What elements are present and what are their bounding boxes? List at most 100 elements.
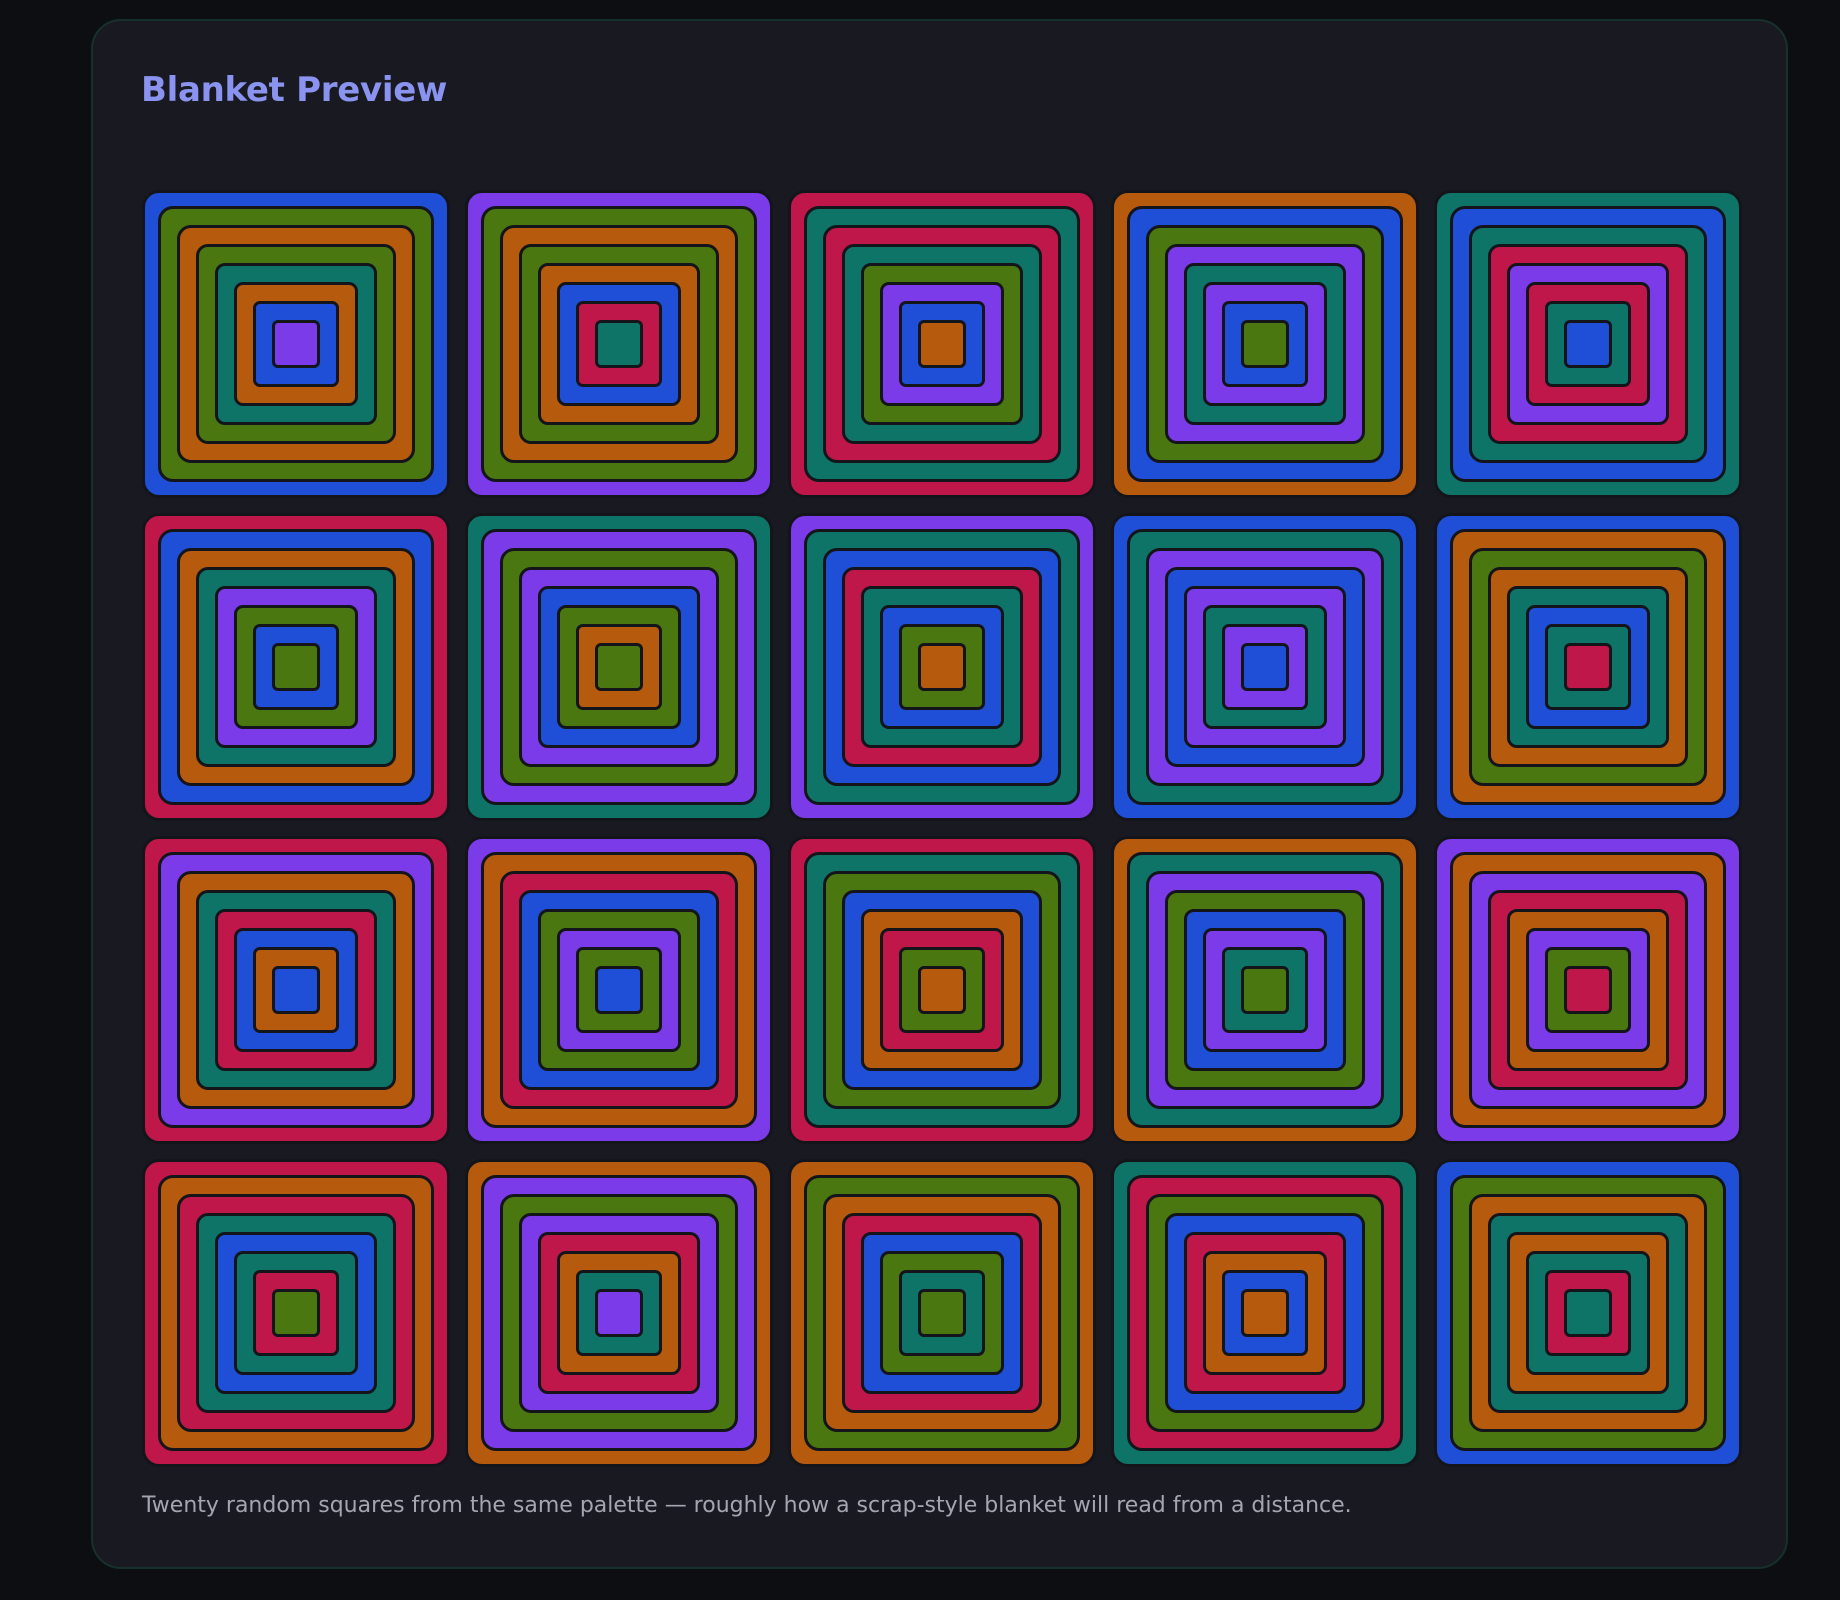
square-round [215,1232,377,1394]
square-round [158,852,434,1128]
square-round [823,871,1061,1109]
square-round [1507,909,1669,1071]
square-round [1127,206,1403,482]
square-round [1184,586,1346,748]
square-round [519,567,719,767]
blanket-square [1434,190,1742,498]
square-round [253,301,339,387]
square-round [1241,643,1289,691]
square-round [1450,206,1726,482]
square-round [804,206,1080,482]
square-round [1526,928,1650,1052]
square-round [1165,567,1365,767]
square-round [1564,320,1612,368]
square-round [1165,244,1365,444]
square-round [861,586,1023,748]
square-round [253,1270,339,1356]
blanket-grid [142,190,1742,1467]
square-round [880,605,1004,729]
square-round [576,624,662,710]
square-round [1203,1251,1327,1375]
blanket-square [1434,513,1742,821]
square-round [1450,1175,1726,1451]
square-round [880,928,1004,1052]
square-round [1184,263,1346,425]
square-round [1545,1270,1631,1356]
square-round [1203,605,1327,729]
square-round [576,301,662,387]
square-round [918,643,966,691]
blanket-square [465,190,773,498]
square-round [861,263,1023,425]
square-round [538,909,700,1071]
square-round [481,1175,757,1451]
blanket-square [465,836,773,1144]
square-round [1450,852,1726,1128]
blanket-square [1434,1159,1742,1467]
square-round [177,225,415,463]
square-round [576,947,662,1033]
square-round [1222,947,1308,1033]
blanket-square [1111,1159,1419,1467]
square-round [804,852,1080,1128]
blanket-square [1111,190,1419,498]
square-round [1165,1213,1365,1413]
square-round [899,301,985,387]
square-round [177,1194,415,1432]
square-round [557,605,681,729]
panel-caption: Twenty random squares from the same pale… [142,1493,1352,1518]
blanket-square [142,513,450,821]
square-round [500,548,738,786]
square-round [272,643,320,691]
square-round [234,282,358,406]
square-round [481,529,757,805]
square-round [253,624,339,710]
square-round [158,206,434,482]
blanket-preview-panel: Blanket Preview Twenty random squares fr… [91,19,1788,1569]
square-round [880,282,1004,406]
square-round [1450,529,1726,805]
square-round [861,909,1023,1071]
square-round [196,890,396,1090]
square-round [1488,244,1688,444]
square-round [538,586,700,748]
square-round [196,244,396,444]
square-round [1146,1194,1384,1432]
square-round [595,966,643,1014]
square-round [823,1194,1061,1432]
square-round [1564,1289,1612,1337]
square-round [1146,871,1384,1109]
square-round [557,282,681,406]
square-round [1222,301,1308,387]
square-round [1469,225,1707,463]
square-round [1203,928,1327,1052]
square-round [215,586,377,748]
blanket-square [465,1159,773,1467]
blanket-square [142,836,450,1144]
square-round [918,966,966,1014]
square-round [1564,643,1612,691]
square-round [196,567,396,767]
square-round [1203,282,1327,406]
blanket-square [788,1159,1096,1467]
square-round [1488,890,1688,1090]
square-round [1526,1251,1650,1375]
square-round [880,1251,1004,1375]
square-round [899,624,985,710]
square-round [272,966,320,1014]
square-round [1146,548,1384,786]
square-round [272,320,320,368]
square-round [823,548,1061,786]
square-round [538,1232,700,1394]
square-round [861,1232,1023,1394]
square-round [1184,1232,1346,1394]
square-round [519,890,719,1090]
square-round [234,928,358,1052]
square-round [1545,624,1631,710]
panel-title: Blanket Preview [141,70,448,110]
square-round [595,320,643,368]
square-round [215,263,377,425]
square-round [1507,586,1669,748]
square-round [576,1270,662,1356]
square-round [481,852,757,1128]
